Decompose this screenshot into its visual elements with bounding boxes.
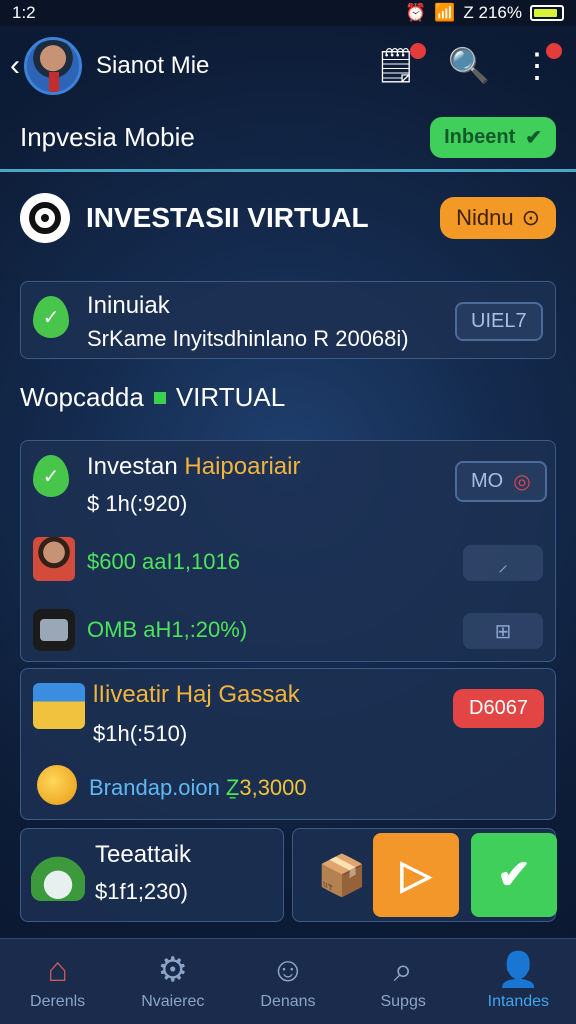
subheader: Inpvesia Mobie Inbeent ✔: [0, 106, 576, 172]
investment-title: lIiveatir Haj Gassak: [93, 681, 300, 708]
mo-button[interactable]: MO ◎: [455, 461, 547, 502]
nav-item-profile[interactable]: ☺ Denans: [230, 953, 345, 1011]
investment-value: $1f1;230): [95, 879, 188, 904]
status-button[interactable]: Inbeent ✔: [430, 117, 556, 158]
check-icon: ✔: [525, 127, 542, 149]
leaf-icon: ✓: [33, 296, 69, 338]
search-icon[interactable]: 🔍: [448, 49, 490, 83]
menu-button-label: Nidnu: [456, 205, 514, 230]
notification-badge: [409, 43, 426, 59]
mo-button-label: MO: [471, 470, 504, 492]
investment-card[interactable]: Teeattaik $1f1;230): [20, 828, 284, 922]
money-icon: [33, 683, 85, 729]
section-title: INVESTASII VIRTUAL: [86, 202, 369, 233]
app-header: ‹ Sianot Mie 🗒 🔍 ⋮: [0, 26, 576, 106]
nav-label: Denans: [260, 992, 316, 1010]
info-button[interactable]: UIEL7: [455, 302, 543, 341]
investment-title: Investan Haipoariair: [87, 453, 300, 481]
section-header: INVESTASII VIRTUAL Nidnu ⊙: [20, 190, 556, 246]
gear-icon: ⚙: [157, 950, 189, 989]
investment-value: $ 1h(:920): [87, 491, 188, 516]
money-icon: Ẕ: [225, 775, 240, 800]
investment-title-orange: Haipoariair: [184, 453, 301, 480]
chevron-down-icon: ⊙: [521, 205, 540, 230]
avatar[interactable]: [24, 37, 82, 95]
row-action-button[interactable]: ⊞: [463, 613, 543, 649]
investment-row-value: $600 aaI1,1016: [87, 549, 240, 574]
status-button-label: Inbeent: [444, 126, 516, 148]
info-card[interactable]: ✓ Ininuiak SrKame Inyitsdhinlano R 20068…: [20, 281, 556, 359]
checkmark-icon[interactable]: ✔: [471, 833, 557, 917]
home-icon: ⌂: [47, 950, 68, 989]
user-name: Sianot Mie: [96, 52, 210, 79]
amount-value: 3,3000: [239, 775, 307, 800]
leaf-icon: ✓: [33, 455, 69, 497]
nav-label: Supgs: [380, 992, 426, 1010]
coin-icon: [37, 765, 77, 805]
battery-text: Z 216%: [463, 3, 522, 22]
menu-button[interactable]: Nidnu ⊙: [440, 197, 556, 239]
nav-item-users[interactable]: 👤 Intandes: [461, 953, 576, 1011]
section2-title-prefix: Wopcadda: [20, 382, 144, 412]
investment-amount: Ẕ3,3000: [226, 775, 307, 801]
status-bar: 1:2 ⏰ 📶 Z 216%: [0, 0, 576, 26]
target-icon: [20, 193, 70, 243]
investment-label: Brandap.oion: [89, 775, 220, 800]
nav-label: Nvaierec: [141, 992, 205, 1010]
user-group-icon: 👤: [497, 950, 540, 989]
investment-title-white: Investan: [87, 453, 178, 480]
page-title: Inpvesia Mobie: [20, 122, 195, 152]
nav-item-home[interactable]: ⌂ Derenls: [0, 953, 115, 1011]
action-tiles: 📦 ▷ ✔: [292, 828, 557, 922]
investment-card[interactable]: ✓ Investan Haipoariair $ 1h(:920) MO ◎ $…: [20, 440, 556, 662]
avatar: [33, 537, 75, 581]
plant-icon: [31, 847, 85, 901]
green-square-icon: [153, 391, 166, 404]
nav-label: Derenls: [30, 992, 86, 1010]
header-actions: 🗒 🔍 ⋮: [374, 43, 562, 83]
nav-label: Intandes: [487, 992, 550, 1010]
nav-item-settings[interactable]: ⚙ Nvaierec: [115, 953, 230, 1011]
person-icon: ☺: [270, 950, 306, 989]
alarm-icon: ⏰: [405, 3, 427, 22]
bottom-nav: ⌂ Derenls ⚙ Nvaierec ☺ Denans ⌕ Supgs 👤 …: [0, 938, 576, 1024]
investment-title: Teeattaik: [95, 841, 192, 868]
notification-badge: [546, 43, 562, 59]
target-icon: ◎: [513, 471, 531, 493]
play-icon[interactable]: ▷: [373, 833, 459, 917]
inbox-icon[interactable]: 🗒: [374, 43, 426, 83]
row-action-button[interactable]: ⸝: [463, 545, 543, 581]
status-icons: ⏰ 📶 Z 216%: [405, 3, 564, 23]
more-options-icon[interactable]: ⋮: [520, 43, 562, 83]
investment-card[interactable]: lIiveatir Haj Gassak $1h(:510) D6067 Bra…: [20, 668, 556, 820]
info-title: Ininuiak: [87, 292, 170, 319]
status-time: 1:2: [12, 3, 36, 22]
investment-row-value: OMB aH1,:20%): [87, 617, 248, 642]
info-subtitle: SrKame Inyitsdhinlano R 20068i): [87, 326, 409, 351]
section2-title-suffix: VIRTUAL: [175, 382, 286, 412]
wifi-icon: 📶: [434, 3, 456, 22]
action-button[interactable]: D6067: [453, 689, 544, 728]
section2-title: Wopcadda VIRTUAL: [20, 382, 285, 413]
scanner-icon: [33, 609, 75, 651]
search-icon: ⌕: [393, 950, 413, 989]
back-arrow-icon[interactable]: ‹: [10, 49, 20, 83]
battery-icon: [530, 5, 564, 21]
nav-item-search[interactable]: ⌕ Supgs: [346, 953, 461, 1011]
investment-value: $1h(:510): [93, 721, 188, 746]
